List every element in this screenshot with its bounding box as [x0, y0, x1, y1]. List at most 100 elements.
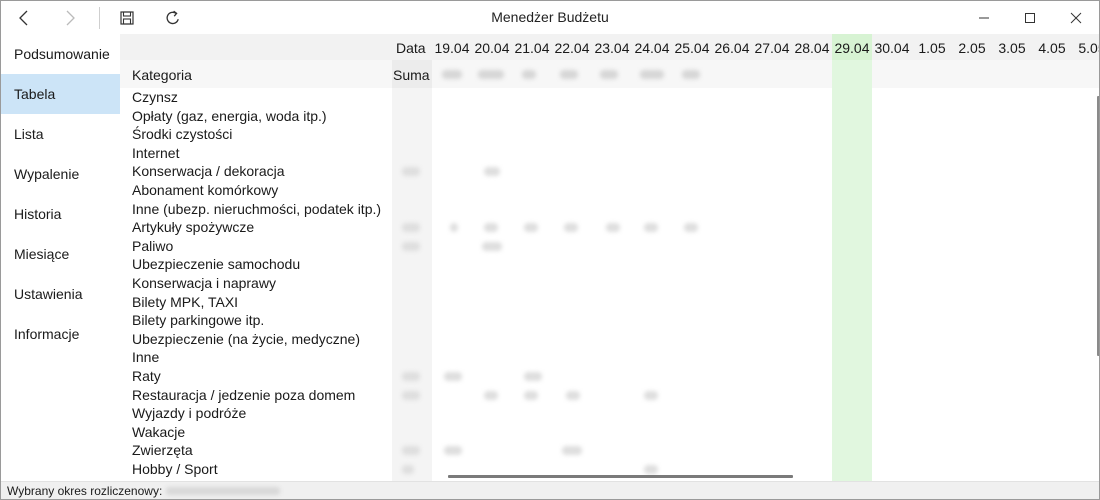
category-row[interactable]: Czynsz: [132, 88, 178, 107]
date-column-header: 29.04: [834, 40, 870, 56]
redacted-amount: [484, 390, 498, 400]
redacted-amount: [562, 446, 582, 456]
app-window: Menedżer Budżetu Podsumowanie Tabela Lis…: [0, 0, 1100, 500]
date-column-header: 19.04: [434, 40, 470, 56]
date-column-header: 22.04: [554, 40, 590, 56]
category-row[interactable]: Opłaty (gaz, energia, woda itp.): [132, 107, 327, 126]
date-column-header: 26.04: [714, 40, 750, 56]
category-row[interactable]: Konserwacja / dekoracja: [132, 162, 285, 181]
category-row[interactable]: Internet: [132, 144, 179, 163]
sidebar-item-ustawienia[interactable]: Ustawienia: [1, 274, 120, 314]
category-row[interactable]: Restauracja / jedzenie poza domem: [132, 386, 355, 405]
maximize-button[interactable]: [1007, 1, 1053, 34]
refresh-button[interactable]: [153, 1, 193, 34]
redacted-amount: [524, 223, 538, 233]
category-row[interactable]: Wyjazdy i podróże: [132, 404, 246, 423]
redacted-amount: [640, 70, 664, 79]
redacted-amount: [682, 70, 700, 79]
redacted-amount: [484, 167, 500, 177]
redacted-amount: [402, 223, 420, 233]
redacted-amount: [606, 223, 620, 233]
today-column-highlight: [832, 34, 872, 481]
refresh-icon: [165, 10, 181, 26]
forward-arrow-icon: [64, 10, 76, 26]
date-column-header: 5.05: [1078, 40, 1099, 56]
category-header-label: Kategoria: [132, 67, 192, 83]
redacted-amount: [564, 223, 578, 233]
category-row[interactable]: Ubezpieczenie (na życie, medyczne): [132, 330, 360, 349]
minimize-icon: [978, 12, 990, 24]
redacted-amount: [478, 70, 504, 79]
redacted-amount: [450, 223, 458, 233]
category-row[interactable]: Inne (ubezp. nieruchmości, podatek itp.): [132, 200, 381, 219]
category-row[interactable]: Środki czystości: [132, 125, 232, 144]
redacted-amount: [600, 70, 618, 79]
sidebar-item-wypalenie[interactable]: Wypalenie: [1, 154, 120, 194]
redacted-amount: [402, 167, 420, 177]
category-row[interactable]: Artykuły spożywcze: [132, 218, 254, 237]
date-column-header: 3.05: [998, 40, 1026, 56]
redacted-amount: [402, 390, 420, 400]
category-row[interactable]: Inne: [132, 348, 159, 367]
date-column-header: 25.04: [674, 40, 710, 56]
vertical-scrollbar[interactable]: [1097, 96, 1099, 356]
toolbar-divider: [99, 7, 100, 29]
billing-period-value-redacted: [166, 487, 280, 495]
redacted-amount: [444, 446, 462, 456]
forward-button[interactable]: [47, 1, 93, 34]
back-arrow-icon: [18, 10, 30, 26]
category-row[interactable]: Paliwo: [132, 237, 173, 256]
sidebar-item-historia[interactable]: Historia: [1, 194, 120, 234]
date-column-header: 1.05: [918, 40, 946, 56]
category-row[interactable]: Zwierzęta: [132, 441, 193, 460]
save-disk-icon: [120, 10, 134, 25]
redacted-amount: [644, 223, 658, 233]
back-button[interactable]: [1, 1, 47, 34]
close-button[interactable]: [1053, 1, 1099, 34]
category-row[interactable]: Abonament komórkowy: [132, 181, 278, 200]
category-row[interactable]: Ubezpieczenie samochodu: [132, 255, 300, 274]
date-column-header: 4.05: [1038, 40, 1066, 56]
redacted-amount: [644, 465, 658, 474]
category-row[interactable]: Raty: [132, 367, 161, 386]
redacted-amount: [442, 70, 462, 79]
redacted-amount: [684, 223, 698, 233]
sidebar-nav: Podsumowanie Tabela Lista Wypalenie Hist…: [1, 34, 120, 481]
redacted-amount: [484, 223, 498, 233]
redacted-amount: [482, 241, 502, 251]
date-column-header: 24.04: [634, 40, 670, 56]
horizontal-scrollbar[interactable]: [448, 475, 793, 478]
redacted-amount: [522, 70, 536, 79]
sidebar-item-informacje[interactable]: Informacje: [1, 314, 120, 354]
status-bar: Wybrany okres rozliczenowy:: [1, 481, 1099, 499]
date-column-header: 2.05: [958, 40, 986, 56]
sidebar-item-lista[interactable]: Lista: [1, 114, 120, 154]
redacted-amount: [566, 390, 580, 400]
date-column-header: 28.04: [794, 40, 830, 56]
billing-period-label: Wybrany okres rozliczenowy:: [7, 484, 163, 498]
redacted-amount: [402, 372, 420, 381]
category-row[interactable]: Wakacje: [132, 423, 185, 442]
budget-table[interactable]: Data 19.04 20.04 21.04 22.04 23.04 24.04 25.04…: [120, 34, 1099, 481]
date-column-header: 30.04: [874, 40, 910, 56]
sum-column: [392, 88, 432, 481]
redacted-amount: [560, 70, 578, 79]
sidebar-item-tabela[interactable]: Tabela: [1, 74, 120, 114]
redacted-amount: [402, 241, 420, 251]
minimize-button[interactable]: [961, 1, 1007, 34]
sum-header-label: Suma: [393, 67, 430, 83]
date-header-label: Data: [396, 40, 426, 56]
redacted-amount: [444, 372, 462, 381]
save-button[interactable]: [107, 1, 147, 34]
sidebar-item-miesiace[interactable]: Miesiące: [1, 234, 120, 274]
redacted-amount: [402, 446, 420, 456]
category-row[interactable]: Bilety MPK, TAXI: [132, 293, 238, 312]
category-row[interactable]: Konserwacja i naprawy: [132, 274, 276, 293]
title-bar: Menedżer Budżetu: [1, 1, 1099, 34]
date-column-header: 21.04: [514, 40, 550, 56]
date-column-header: 23.04: [594, 40, 630, 56]
category-row[interactable]: Hobby / Sport: [132, 460, 218, 479]
category-row[interactable]: Bilety parkingowe itp.: [132, 311, 264, 330]
maximize-icon: [1024, 12, 1036, 24]
sidebar-item-podsumowanie[interactable]: Podsumowanie: [1, 34, 120, 74]
